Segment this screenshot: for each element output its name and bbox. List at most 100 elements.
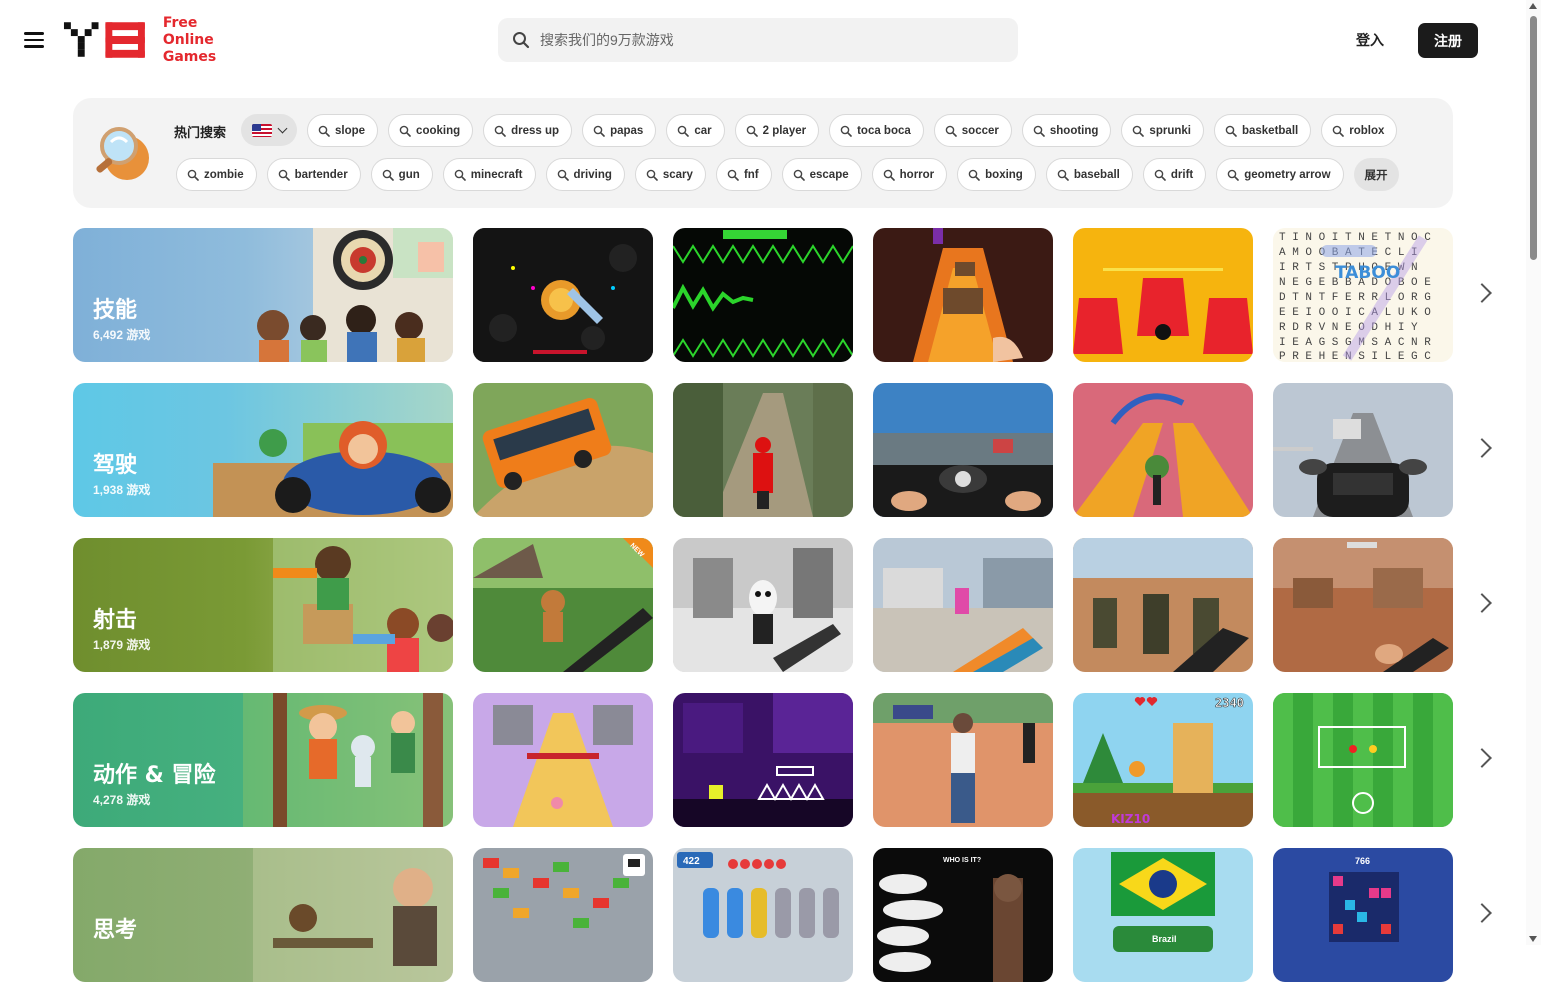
- game-thumbnail[interactable]: WHO IS IT?: [873, 848, 1053, 982]
- scroll-down-icon[interactable]: [1529, 936, 1537, 942]
- hot-search-chip[interactable]: minecraft: [442, 158, 536, 191]
- hot-search-chip[interactable]: baseball: [1045, 158, 1133, 191]
- hot-search-chip[interactable]: drift: [1142, 158, 1207, 191]
- search-icon: [513, 32, 530, 49]
- category-card-shooting[interactable]: 射击 1,879 游戏: [73, 538, 453, 672]
- game-thumbnail[interactable]: NEW: [473, 538, 653, 672]
- hot-search-chip[interactable]: toca boca: [829, 114, 924, 147]
- game-thumbnail[interactable]: [473, 228, 653, 362]
- game-thumbnail[interactable]: [673, 538, 853, 672]
- game-thumbnail-image: [673, 383, 853, 517]
- logo-text: Free Online Games: [162, 14, 217, 65]
- game-thumbnail[interactable]: T I N O I T N E T N O C A M O O B A T E …: [1273, 228, 1453, 362]
- game-thumbnail-image: [1273, 538, 1453, 672]
- game-thumbnail[interactable]: [473, 693, 653, 827]
- game-thumbnail[interactable]: [873, 383, 1053, 517]
- chip-label: boxing: [985, 168, 1023, 181]
- hot-search-chip[interactable]: zombie: [176, 158, 257, 191]
- category-name: 动作 & 冒险: [93, 763, 216, 788]
- svg-text:D T N T F E R R L O R G: D T N T F E R R L O R G: [1279, 292, 1431, 304]
- expand-button[interactable]: 展开: [1353, 158, 1399, 191]
- site-logo[interactable]: Free Online Games: [62, 15, 252, 65]
- hot-search-chip[interactable]: bartender: [266, 158, 361, 191]
- scrollbar[interactable]: [1526, 0, 1541, 945]
- game-thumbnail[interactable]: Brazil: [1073, 848, 1253, 982]
- chip-label: geometry arrow: [1244, 168, 1331, 181]
- hot-search-chip[interactable]: basketball: [1213, 114, 1312, 147]
- hot-search-chip[interactable]: shooting: [1021, 114, 1112, 147]
- game-thumbnail-image: [1273, 383, 1453, 517]
- row-next-arrow-icon[interactable]: [1472, 438, 1492, 458]
- scroll-thumb[interactable]: [1530, 16, 1537, 260]
- register-button[interactable]: 注册: [1418, 23, 1478, 58]
- hamburger-menu-icon[interactable]: [22, 28, 46, 50]
- hot-search-chip[interactable]: soccer: [933, 114, 1012, 147]
- brazil-label: Brazil: [1152, 934, 1177, 944]
- game-thumbnail[interactable]: 766: [1273, 848, 1453, 982]
- hot-search-chip[interactable]: slope: [307, 114, 379, 147]
- row-next-arrow-icon[interactable]: [1472, 593, 1492, 613]
- category-card-action-adventure[interactable]: 动作 & 冒险 4,278 游戏: [73, 693, 453, 827]
- chip-label: gun: [398, 168, 420, 181]
- hot-search-chip[interactable]: sprunki: [1121, 114, 1204, 147]
- game-thumbnail[interactable]: 2340 KIZ10: [1073, 693, 1253, 827]
- search-icon: [840, 125, 852, 137]
- game-thumbnail[interactable]: [673, 693, 853, 827]
- login-button[interactable]: 登入: [1356, 30, 1384, 50]
- game-thumbnail[interactable]: 422: [673, 848, 853, 982]
- game-thumbnail[interactable]: [473, 383, 653, 517]
- category-card-driving[interactable]: 驾驶 1,938 游戏: [73, 383, 453, 517]
- row-next-arrow-icon[interactable]: [1472, 903, 1492, 923]
- hot-search-chip[interactable]: roblox: [1321, 114, 1398, 147]
- search-icon: [494, 125, 506, 137]
- language-selector[interactable]: [241, 114, 297, 146]
- brand-label: KIZ10: [1111, 812, 1150, 826]
- game-thumbnail[interactable]: [1073, 228, 1253, 362]
- hot-search-chip[interactable]: boxing: [957, 158, 1036, 191]
- hot-search-chip[interactable]: driving: [545, 158, 625, 191]
- hot-search-chip[interactable]: fnf: [715, 158, 772, 191]
- row-next-arrow-icon[interactable]: [1472, 748, 1492, 768]
- category-card-thinking[interactable]: 思考: [73, 848, 453, 982]
- chip-label: bartender: [294, 168, 348, 181]
- game-thumbnail[interactable]: [1073, 538, 1253, 672]
- scroll-up-icon[interactable]: [1529, 3, 1537, 9]
- search-bar[interactable]: [498, 18, 1018, 62]
- chip-label: roblox: [1349, 124, 1385, 137]
- hot-search-chip[interactable]: escape: [781, 158, 862, 191]
- hot-search-chip[interactable]: car: [666, 114, 725, 147]
- category-name: 驾驶: [93, 453, 138, 478]
- game-thumbnail[interactable]: [873, 228, 1053, 362]
- hot-search-chip[interactable]: gun: [370, 158, 433, 191]
- hot-search-chip[interactable]: cooking: [388, 114, 474, 147]
- row-next-arrow-icon[interactable]: [1472, 283, 1492, 303]
- game-thumbnail-image: [1073, 228, 1253, 362]
- hot-search-chip[interactable]: 2 player: [734, 114, 820, 147]
- game-thumbnail-image: T I N O I T N E T N O C A M O O B A T E …: [1273, 228, 1453, 362]
- hot-search-chip[interactable]: dress up: [483, 114, 573, 147]
- category-card-skill[interactable]: 技能 6,492 游戏: [73, 228, 453, 362]
- game-thumbnail[interactable]: [673, 383, 853, 517]
- hot-search-chip[interactable]: horror: [871, 158, 948, 191]
- hot-search-chip[interactable]: papas: [582, 114, 657, 147]
- hot-search-chip[interactable]: scary: [634, 158, 706, 191]
- game-thumbnail[interactable]: [873, 693, 1053, 827]
- game-thumbnail[interactable]: [873, 538, 1053, 672]
- svg-text:E E I O O I C A L U K O: E E I O O I C A L U K O: [1279, 307, 1431, 319]
- game-thumbnail-image: 2340 KIZ10: [1073, 693, 1253, 827]
- category-art: [253, 848, 453, 982]
- search-icon: [187, 169, 199, 181]
- game-thumbnail[interactable]: [1273, 538, 1453, 672]
- game-thumbnail[interactable]: [1273, 693, 1453, 827]
- hot-search-chip[interactable]: geometry arrow: [1216, 158, 1344, 191]
- chip-label: scary: [662, 168, 693, 181]
- game-thumbnail[interactable]: [673, 228, 853, 362]
- chip-label: soccer: [961, 124, 999, 137]
- game-thumbnail-image: Brazil: [1073, 848, 1253, 982]
- game-thumbnail[interactable]: [1273, 383, 1453, 517]
- search-input[interactable]: [540, 32, 980, 48]
- game-thumbnail[interactable]: [473, 848, 653, 982]
- search-icon: [746, 125, 758, 137]
- game-thumbnail-image: [1073, 538, 1253, 672]
- game-thumbnail[interactable]: [1073, 383, 1253, 517]
